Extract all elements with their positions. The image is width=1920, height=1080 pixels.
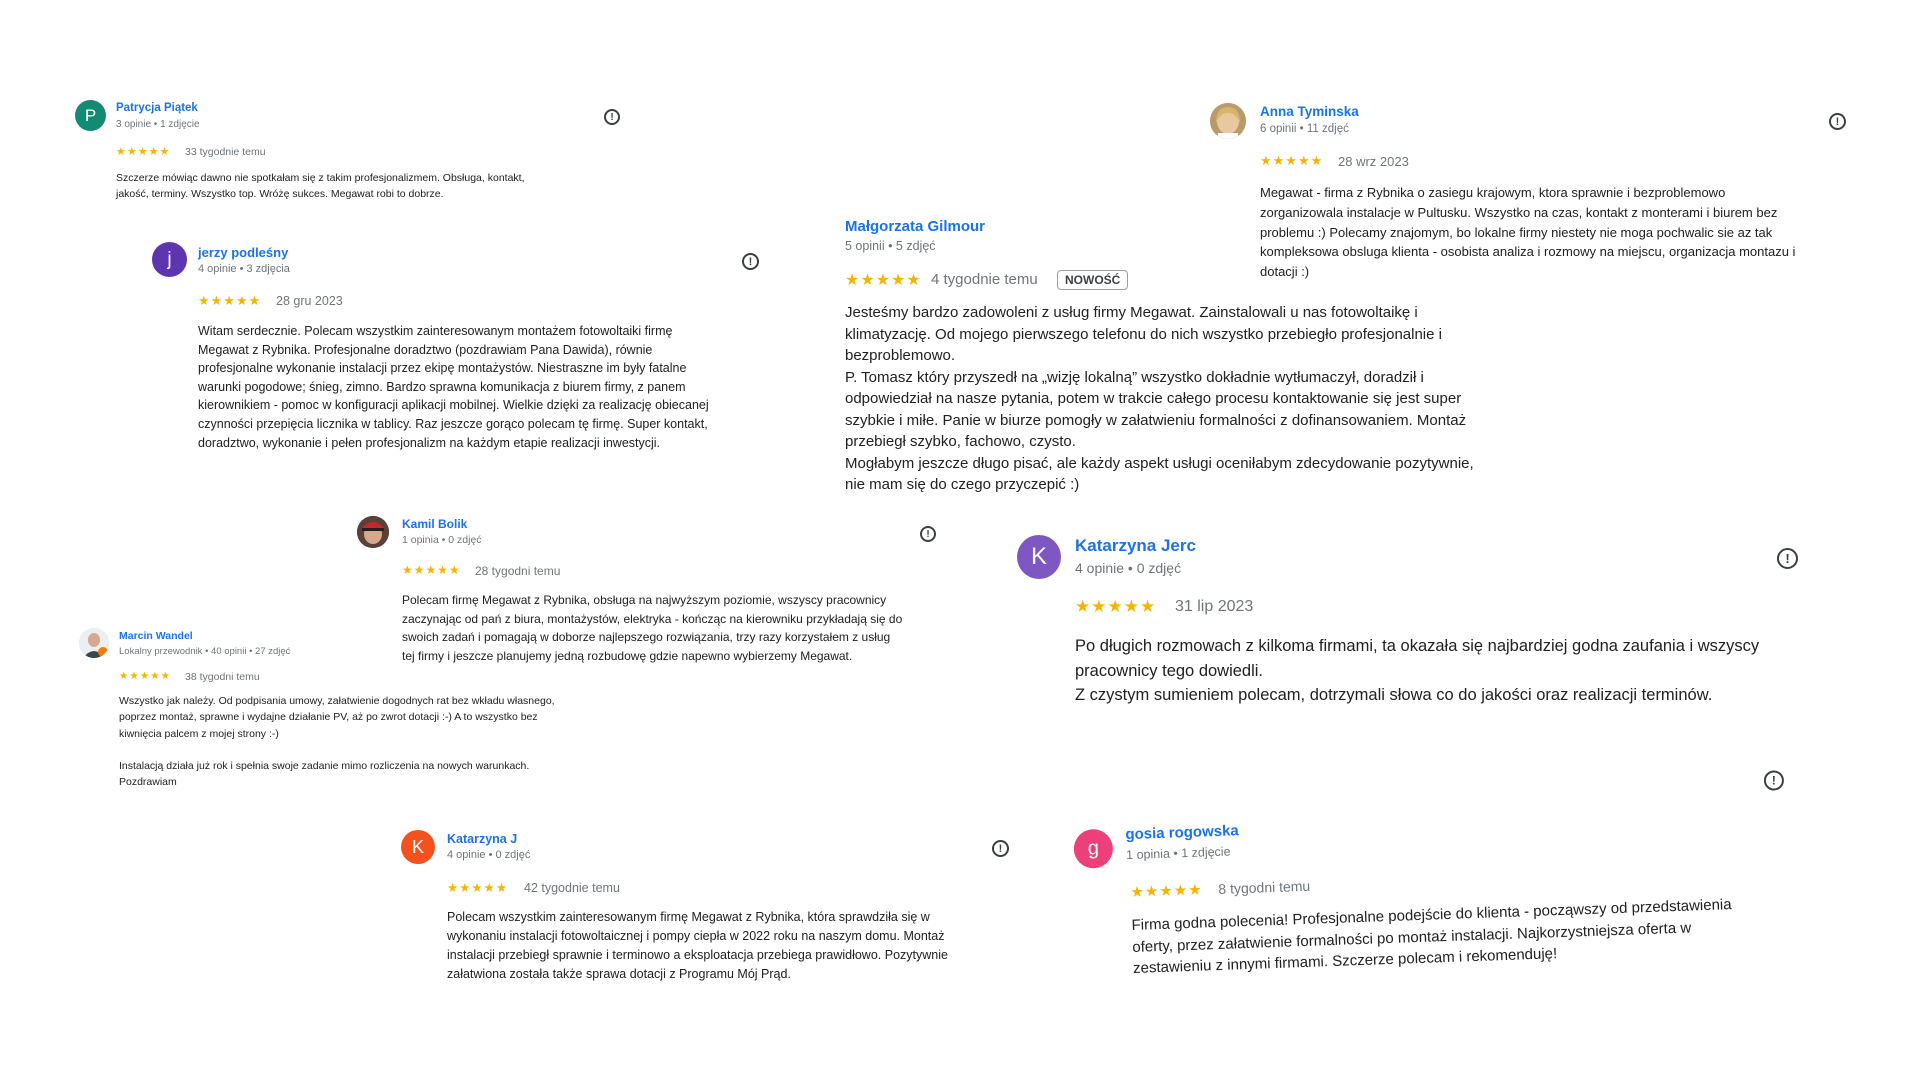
avatar[interactable]: K	[1017, 535, 1061, 579]
avatar[interactable]: P	[75, 100, 106, 131]
reviewer-name[interactable]: jerzy podleśny	[198, 245, 288, 260]
star-rating-icon: ★★★★★	[1075, 597, 1157, 616]
report-icon[interactable]: !	[1777, 548, 1798, 569]
review-date: 31 lip 2023	[1175, 598, 1254, 615]
reviewer-meta: 6 opinii • 11 zdjęć	[1260, 123, 1349, 135]
report-icon[interactable]: !	[604, 109, 620, 125]
report-icon[interactable]: !	[1829, 113, 1846, 130]
reviewer-meta: 3 opinie • 1 zdjęcie	[116, 119, 200, 130]
star-rating-icon: ★★★★★	[845, 272, 922, 289]
star-rating-icon: ★★★★★	[447, 881, 509, 895]
review-text: Po długich rozmowach z kilkoma firmami, …	[1075, 637, 1760, 704]
report-icon[interactable]: !	[920, 526, 936, 542]
reviewer-name[interactable]: Anna Tyminska	[1260, 104, 1359, 119]
report-icon[interactable]: !	[742, 253, 759, 270]
reviewer-meta: Lokalny przewodnik • 40 opinii • 27 zdję…	[119, 646, 291, 657]
review-date: 33 tygodnie temu	[185, 146, 266, 158]
star-rating-icon: ★★★★★	[119, 670, 172, 682]
reviewer-meta: 1 opinia • 0 zdjęć	[402, 534, 482, 546]
reviewer-meta: 4 opinie • 3 zdjęcia	[198, 263, 290, 275]
star-rating-icon: ★★★★★	[1260, 153, 1324, 168]
avatar[interactable]	[1210, 103, 1246, 139]
reviewer-name[interactable]: Małgorzata Gilmour	[845, 218, 985, 235]
reviewer-name[interactable]: Katarzyna J	[447, 832, 517, 846]
review-text: Polecam wszystkim zainteresowanym firmę …	[447, 910, 948, 981]
review-text: Megawat - firma z Rybnika o zasiegu kraj…	[1260, 185, 1796, 280]
avatar[interactable]: K	[401, 830, 435, 864]
review-text: Szczerze mówiąc dawno nie spotkałam się …	[116, 172, 525, 200]
review-marcin: Marcin Wandel Lokalny przewodnik • 40 op…	[79, 628, 639, 798]
review-text: Wszystko jak należy. Od podpisania umowy…	[119, 695, 555, 789]
review-text: Firma godna polecenia! Profesjonalne pod…	[1131, 896, 1732, 977]
review-date: 8 tygodni temu	[1218, 877, 1311, 897]
report-icon[interactable]: !	[992, 840, 1009, 857]
avatar[interactable]	[79, 628, 109, 658]
review-katarzyna-j: K Katarzyna J 4 opinie • 0 zdjęć ! ★★★★★…	[401, 830, 1021, 990]
review-anna: Anna Tyminska 6 opinii • 11 zdjęć ! ★★★★…	[1210, 103, 1860, 283]
report-icon[interactable]: !	[1763, 770, 1784, 791]
star-rating-icon: ★★★★★	[116, 146, 171, 158]
reviewer-name[interactable]: gosia rogowska	[1125, 822, 1239, 843]
review-patrycja: P Patrycja Piątek 3 opinie • 1 zdjęcie !…	[75, 100, 635, 210]
reviewer-name[interactable]: Katarzyna Jerc	[1075, 536, 1196, 556]
reviewer-name[interactable]: Patrycja Piątek	[116, 102, 198, 114]
new-badge: NOWOŚĆ	[1057, 270, 1129, 290]
reviewer-name[interactable]: Marcin Wandel	[119, 630, 193, 642]
avatar[interactable]	[357, 516, 389, 548]
avatar-photo	[79, 628, 109, 658]
review-date: 28 wrz 2023	[1338, 154, 1409, 169]
avatar[interactable]: g	[1073, 828, 1114, 869]
review-katarzyna-jerc: K Katarzyna Jerc 4 opinie • 0 zdjęć ! ★★…	[1017, 535, 1857, 710]
review-date: 28 gru 2023	[276, 294, 343, 308]
reviewer-meta: 4 opinie • 0 zdjęć	[1075, 560, 1182, 576]
review-jerzy: j jerzy podleśny 4 opinie • 3 zdjęcia ! …	[152, 242, 772, 457]
star-rating-icon: ★★★★★	[1130, 881, 1203, 902]
star-rating-icon: ★★★★★	[198, 293, 262, 308]
review-text: Jesteśmy bardzo zadowoleni z usług firmy…	[845, 304, 1474, 493]
review-date: 4 tygodnie temu	[931, 271, 1038, 288]
avatar-photo	[357, 516, 389, 548]
review-gosia: ! g gosia rogowska 1 opinia • 1 zdjęcie …	[1072, 770, 1798, 977]
avatar-photo	[1210, 103, 1246, 139]
review-date: 28 tygodni temu	[475, 564, 561, 578]
reviewer-name[interactable]: Kamil Bolik	[402, 517, 467, 531]
star-rating-icon: ★★★★★	[402, 563, 461, 577]
review-date: 42 tygodnie temu	[524, 881, 620, 895]
review-date: 38 tygodni temu	[185, 671, 260, 683]
avatar[interactable]: j	[152, 242, 187, 277]
review-text: Witam serdecznie. Polecam wszystkim zain…	[198, 324, 709, 450]
reviewer-meta: 1 opinia • 1 zdjęcie	[1125, 844, 1231, 863]
reviewer-meta: 4 opinie • 0 zdjęć	[447, 849, 531, 861]
reviewer-meta: 5 opinii • 5 zdjęć	[845, 239, 936, 253]
